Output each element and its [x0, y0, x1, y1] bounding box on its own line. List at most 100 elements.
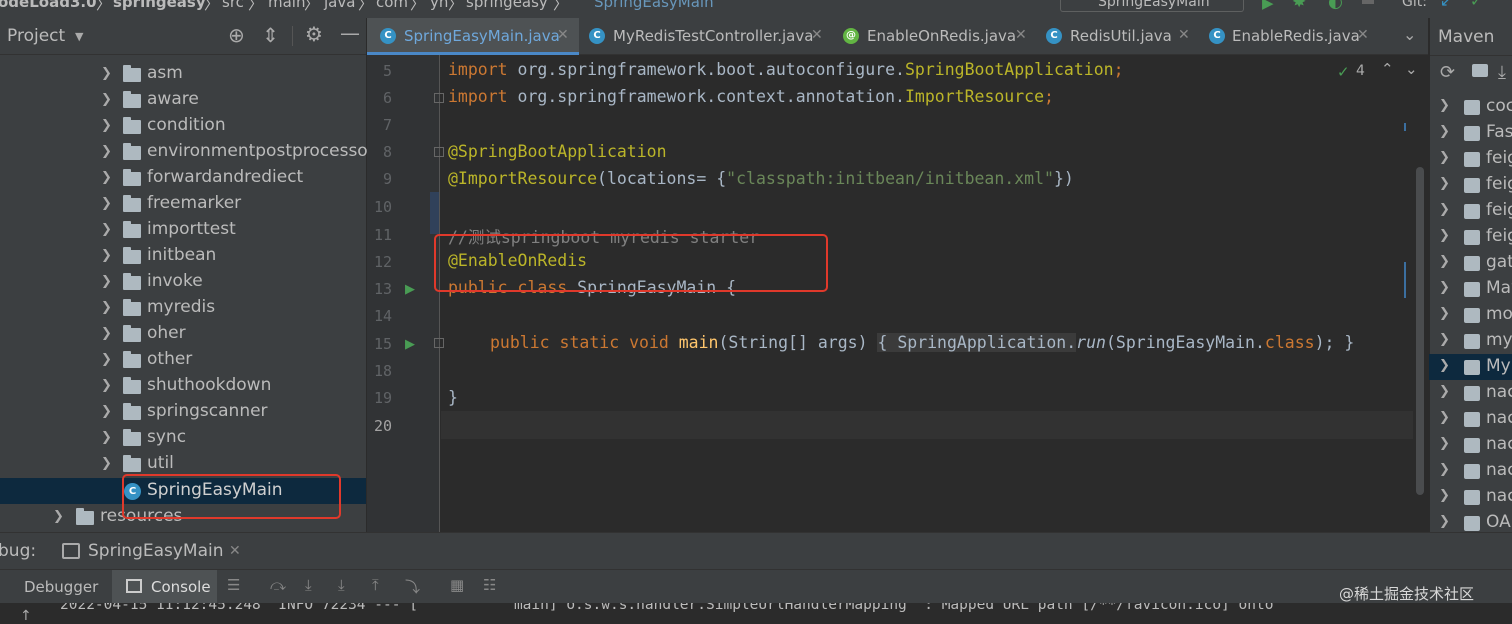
- breadcrumb-item[interactable]: odeLoad3.0: [0, 0, 97, 11]
- chevron-right-icon[interactable]: ❯: [1439, 384, 1450, 399]
- tree-item-myredis[interactable]: ❯ myredis: [0, 295, 366, 321]
- editor-scrollbar[interactable]: [1416, 167, 1424, 495]
- maven-project-item[interactable]: ❯ feig: [1429, 172, 1512, 198]
- step-over-icon[interactable]: ⤓: [305, 576, 312, 594]
- chevron-right-icon[interactable]: ❯: [1439, 488, 1450, 503]
- console-output[interactable]: 2022-04-15 11:12:45.248 INFO 72234 --- […: [0, 603, 1512, 624]
- chevron-right-icon[interactable]: ❯: [1439, 176, 1450, 191]
- maven-project-item[interactable]: ❯ nac: [1429, 484, 1512, 510]
- collapse-all-icon[interactable]: ⇕: [262, 23, 279, 47]
- step-out-icon[interactable]: ⤒: [372, 576, 379, 594]
- tree-item-aware[interactable]: ❯ aware: [0, 87, 366, 113]
- tab-myredistestcontroller[interactable]: C MyRedisTestController.java ✕: [579, 18, 831, 55]
- git-update-icon[interactable]: ↙: [1440, 0, 1453, 10]
- chevron-right-icon[interactable]: ❯: [1439, 280, 1450, 295]
- trace-icon[interactable]: ☷: [483, 576, 496, 594]
- breadcrumb-item[interactable]: yh: [430, 0, 448, 11]
- tree-item-shuthookdown[interactable]: ❯ shuthookdown: [0, 373, 366, 399]
- maven-project-item[interactable]: ❯ nac: [1429, 406, 1512, 432]
- coverage-icon[interactable]: ◐: [1328, 0, 1343, 12]
- chevron-right-icon[interactable]: ❯: [1439, 202, 1450, 217]
- chevron-right-icon[interactable]: ❯: [101, 456, 112, 471]
- run-icon[interactable]: ▶: [1262, 0, 1274, 12]
- maven-project-item[interactable]: ❯ feig: [1429, 224, 1512, 250]
- chevron-right-icon[interactable]: ❯: [101, 430, 112, 445]
- chevron-right-icon[interactable]: ❯: [101, 326, 112, 341]
- chevron-right-icon[interactable]: ❯: [1439, 332, 1450, 347]
- close-icon[interactable]: ✕: [1015, 27, 1027, 43]
- fold-marker-icon[interactable]: [434, 93, 444, 103]
- maven-project-item[interactable]: ❯ Mav: [1429, 276, 1512, 302]
- tab-debugger[interactable]: Debugger: [24, 578, 98, 596]
- maven-project-item[interactable]: ❯ feig: [1429, 198, 1512, 224]
- git-commit-icon[interactable]: ✓: [1470, 0, 1483, 10]
- chevron-right-icon[interactable]: ❯: [101, 196, 112, 211]
- close-icon[interactable]: ✕: [1357, 27, 1369, 43]
- stop-icon[interactable]: [1362, 0, 1374, 4]
- chevron-right-icon[interactable]: ❯: [1439, 124, 1450, 139]
- breadcrumb-item[interactable]: com: [376, 0, 408, 11]
- tree-item-importtest[interactable]: ❯ importtest: [0, 217, 366, 243]
- chevron-right-icon[interactable]: ❯: [101, 170, 112, 185]
- maven-project-item[interactable]: ❯ my: [1429, 328, 1512, 354]
- locate-icon[interactable]: ⊕: [228, 23, 245, 47]
- maven-project-item-selected[interactable]: ❯ My: [1429, 354, 1512, 380]
- step-into-icon[interactable]: ⤓: [338, 576, 345, 594]
- chevron-right-icon[interactable]: ❯: [101, 300, 112, 315]
- tree-item-asm[interactable]: ❯ asm: [0, 61, 366, 87]
- chevron-right-icon[interactable]: ❯: [101, 248, 112, 263]
- chevron-right-icon[interactable]: ❯: [1439, 358, 1450, 373]
- menu-icon[interactable]: ☰: [227, 576, 240, 594]
- chevron-right-icon[interactable]: ❯: [101, 92, 112, 107]
- chevron-right-icon[interactable]: ❯: [1439, 254, 1450, 269]
- chevron-right-icon[interactable]: ❯: [101, 144, 112, 159]
- chevron-down-icon[interactable]: ⌄: [1403, 25, 1416, 44]
- add-project-icon[interactable]: [1472, 64, 1488, 77]
- hide-panel-icon[interactable]: —: [340, 21, 360, 45]
- chevron-right-icon[interactable]: ❯: [53, 509, 64, 524]
- close-icon[interactable]: ✕: [229, 543, 241, 559]
- run-gutter-icon[interactable]: ▶: [405, 282, 415, 297]
- maven-project-item[interactable]: ❯ nac: [1429, 458, 1512, 484]
- evaluate-icon[interactable]: ▦: [450, 576, 464, 594]
- show-execution-point-icon[interactable]: ⤼: [270, 576, 286, 594]
- debug-session-tab[interactable]: SpringEasyMain: [88, 541, 224, 561]
- debug-icon[interactable]: ✸: [1292, 0, 1306, 12]
- tree-item-sync[interactable]: ❯ sync: [0, 425, 366, 451]
- chevron-right-icon[interactable]: ❯: [101, 352, 112, 367]
- chevron-right-icon[interactable]: ❯: [101, 404, 112, 419]
- chevron-right-icon[interactable]: ❯: [101, 274, 112, 289]
- breadcrumb-item[interactable]: java: [324, 0, 355, 11]
- maven-project-item[interactable]: ❯ Fas: [1429, 120, 1512, 146]
- tree-item-forwardandrediect[interactable]: ❯ forwardandrediect: [0, 165, 366, 191]
- chevron-up-icon[interactable]: ⌃: [1381, 60, 1394, 78]
- chevron-right-icon[interactable]: ❯: [1439, 514, 1450, 529]
- fold-marker-icon[interactable]: [434, 338, 444, 348]
- tab-enableonredis[interactable]: @ EnableOnRedis.java ✕: [831, 18, 1034, 55]
- tree-item-invoke[interactable]: ❯ invoke: [0, 269, 366, 295]
- maven-project-item[interactable]: ❯ nac: [1429, 432, 1512, 458]
- tree-item-oher[interactable]: ❯ oher: [0, 321, 366, 347]
- chevron-right-icon[interactable]: ❯: [101, 222, 112, 237]
- tab-enableredis[interactable]: C EnableRedis.java ✕: [1197, 18, 1377, 55]
- tree-item-springscanner[interactable]: ❯ springscanner: [0, 399, 366, 425]
- chevron-right-icon[interactable]: ❯: [101, 118, 112, 133]
- chevron-right-icon[interactable]: ❯: [1439, 98, 1450, 113]
- run-to-cursor-icon[interactable]: ⤵: [405, 576, 420, 597]
- chevron-right-icon[interactable]: ❯: [1439, 306, 1450, 321]
- breadcrumb-item[interactable]: springeasy: [466, 0, 548, 11]
- chevron-right-icon[interactable]: ❯: [1439, 462, 1450, 477]
- chevron-right-icon[interactable]: ❯: [1439, 228, 1450, 243]
- breadcrumb-item[interactable]: SpringEasyMain: [594, 0, 714, 11]
- tree-item-initbean[interactable]: ❯ initbean: [0, 243, 366, 269]
- close-icon[interactable]: ✕: [1178, 27, 1190, 43]
- tree-item-other[interactable]: ❯ other: [0, 347, 366, 373]
- chevron-down-icon[interactable]: ▼: [75, 30, 83, 43]
- chevron-right-icon[interactable]: ❯: [101, 66, 112, 81]
- fold-marker-icon[interactable]: [434, 147, 444, 157]
- close-icon[interactable]: ✕: [557, 27, 569, 43]
- chevron-down-icon[interactable]: ⌄: [1405, 60, 1418, 78]
- maven-project-item[interactable]: ❯ feig: [1429, 146, 1512, 172]
- close-icon[interactable]: ✕: [811, 27, 823, 43]
- chevron-right-icon[interactable]: ❯: [1439, 436, 1450, 451]
